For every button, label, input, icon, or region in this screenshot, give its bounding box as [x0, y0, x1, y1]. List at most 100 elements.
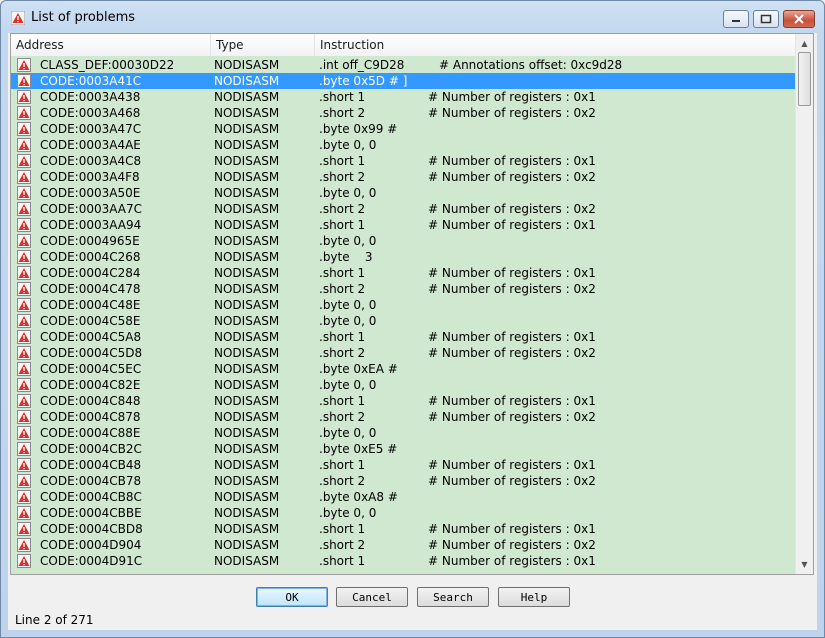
row-comment: # Number of registers : 0x2 [428, 106, 596, 120]
table-row[interactable]: CODE:0004C48E NODISASM .byte 0, 0 [11, 297, 796, 313]
row-comment: # Annotations offset: 0xc9d28 [439, 58, 623, 72]
table-row[interactable]: CODE:0004D91C NODISASM .short 1 # Number of… [11, 553, 796, 569]
maximize-button[interactable] [753, 10, 779, 28]
row-instruction: .byte 0, 0 [319, 298, 377, 312]
row-type: NODISASM [214, 474, 280, 488]
row-comment: # Number of registers : 0x2 [428, 282, 596, 296]
cancel-button[interactable]: Cancel [336, 587, 408, 607]
row-address: CODE:0003AA7C [40, 202, 142, 216]
table-row[interactable]: CODE:0003A50E NODISASM .byte 0, 0 [11, 185, 796, 201]
ok-button[interactable]: OK [256, 587, 328, 607]
row-instruction: .short 1 [319, 90, 366, 104]
row-type: NODISASM [214, 138, 280, 152]
warning-icon [17, 314, 31, 328]
table-row[interactable]: CODE:0004C848 NODISASM .short 1 # Number of… [11, 393, 796, 409]
row-type: NODISASM [214, 522, 280, 536]
table-row[interactable]: CODE:0004CB2C NODISASM .byte 0xE5 # [11, 441, 796, 457]
row-address: CODE:0004C848 [40, 394, 141, 408]
table-row[interactable]: CODE:0003A47C NODISASM .byte 0x99 # [11, 121, 796, 137]
table-row[interactable]: CODE:0003A4AE NODISASM .byte 0, 0 [11, 137, 796, 153]
row-address: CODE:0003A468 [40, 106, 141, 120]
warning-icon [17, 474, 31, 488]
column-instruction[interactable]: Instruction [315, 34, 796, 56]
scroll-thumb[interactable] [798, 52, 811, 106]
table-row[interactable]: CODE:0004CB8C NODISASM .byte 0xA8 # [11, 489, 796, 505]
table-row[interactable]: CODE:0003A438 NODISASM .short 1 # Number of… [11, 89, 796, 105]
table-row[interactable]: CODE:0004CBBE NODISASM .byte 0, 0 [11, 505, 796, 521]
table-row[interactable]: CODE:0004C5D8 NODISASM .short 2 # Number of… [11, 345, 796, 361]
row-comment: # Number of registers : 0x1 [428, 458, 596, 472]
table-row[interactable]: CODE:0004C82E NODISASM .byte 0, 0 [11, 377, 796, 393]
table-row[interactable]: CODE:0004C284 NODISASM .short 1 # Number of… [11, 265, 796, 281]
row-type: NODISASM [214, 218, 280, 232]
row-instruction: .byte 0x99 # [319, 122, 398, 136]
scroll-up-icon[interactable]: ▲ [798, 37, 811, 50]
table-row[interactable]: CODE:0004C88E NODISASM .byte 0, 0 [11, 425, 796, 441]
row-instruction: .short 1 [319, 394, 366, 408]
row-instruction: .short 1 [319, 266, 366, 280]
table-row[interactable]: CLASS_DEF:00030D22 NODISASM .int off_C9D28… [11, 57, 796, 73]
row-instruction: .short 2 [319, 106, 366, 120]
table-row[interactable]: CODE:0004965E NODISASM .byte 0, 0 [11, 233, 796, 249]
table-row[interactable] [11, 569, 796, 574]
table-row[interactable]: CODE:0004C878 NODISASM .short 2 # Number of… [11, 409, 796, 425]
table-row[interactable]: CODE:0004C478 NODISASM .short 2 # Number of… [11, 281, 796, 297]
table-row[interactable]: CODE:0003A468 NODISASM .short 2 # Number of… [11, 105, 796, 121]
row-type: NODISASM [214, 250, 280, 264]
row-comment: # Number of registers : 0x1 [428, 330, 596, 344]
row-type: NODISASM [214, 202, 280, 216]
table-row[interactable]: CODE:0003A41C NODISASM .byte 0x5D # ] [11, 73, 796, 89]
warning-icon [17, 106, 31, 120]
table-row[interactable]: CODE:0004CB48 NODISASM .short 1 # Number of… [11, 457, 796, 473]
table-row[interactable]: CODE:0004C5EC NODISASM .byte 0xEA # [11, 361, 796, 377]
warning-icon [17, 330, 31, 344]
vertical-scrollbar[interactable]: ▲ ▼ [795, 34, 813, 574]
warning-icon [17, 378, 31, 392]
column-type[interactable]: Type [211, 34, 315, 56]
row-type: NODISASM [214, 282, 280, 296]
row-comment: # Number of registers : 0x1 [428, 90, 596, 104]
warning-icon [17, 506, 31, 520]
warning-icon [17, 538, 31, 552]
row-comment: # Number of registers : 0x1 [428, 554, 596, 568]
search-button[interactable]: Search [417, 587, 489, 607]
table-row[interactable]: CODE:0004C268 NODISASM .byte 3 [11, 249, 796, 265]
warning-icon [17, 138, 31, 152]
scroll-down-icon[interactable]: ▼ [798, 558, 811, 571]
table-row[interactable]: CODE:0004CB78 NODISASM .short 2 # Number of… [11, 473, 796, 489]
table-row[interactable]: CODE:0003AA7C NODISASM .short 2 # Number of… [11, 201, 796, 217]
help-button[interactable]: Help [498, 587, 570, 607]
row-address: CODE:0003A50E [40, 186, 141, 200]
row-type: NODISASM [214, 394, 280, 408]
close-button[interactable] [783, 10, 815, 28]
table-row[interactable]: CODE:0003AA94 NODISASM .short 1 # Number of… [11, 217, 796, 233]
minimize-button[interactable] [723, 10, 749, 28]
row-instruction: .short 2 [319, 282, 366, 296]
problems-list[interactable]: Address Type Instruction CLASS_DEF:00030… [10, 33, 814, 575]
row-instruction: .byte 0, 0 [319, 314, 377, 328]
row-comment: # Number of registers : 0x1 [428, 218, 596, 232]
table-row[interactable]: CODE:0004D904 NODISASM .short 2 # Number of… [11, 537, 796, 553]
table-row[interactable]: CODE:0004C5A8 NODISASM .short 1 # Number of… [11, 329, 796, 345]
table-row[interactable]: CODE:0004CBD8 NODISASM .short 1 # Number of… [11, 521, 796, 537]
row-address: CODE:0003A4C8 [40, 154, 142, 168]
warning-icon [17, 122, 31, 136]
warning-icon [17, 298, 31, 312]
row-address: CODE:0004C478 [40, 282, 141, 296]
table-row[interactable]: CODE:0003A4C8 NODISASM .short 1 # Number of… [11, 153, 796, 169]
warning-icon [17, 170, 31, 184]
warning-icon [17, 346, 31, 360]
row-address: CODE:0004CB2C [40, 442, 142, 456]
title-bar[interactable]: List of problems [1, 1, 824, 34]
table-row[interactable]: CODE:0004C58E NODISASM .byte 0, 0 [11, 313, 796, 329]
row-type: NODISASM [214, 266, 280, 280]
column-address[interactable]: Address [11, 34, 211, 56]
row-comment: # Number of registers : 0x2 [428, 474, 596, 488]
table-row[interactable]: CODE:0003A4F8 NODISASM .short 2 # Number of… [11, 169, 796, 185]
row-type: NODISASM [214, 106, 280, 120]
warning-icon [17, 58, 31, 72]
row-instruction: .short 1 [319, 522, 366, 536]
row-address: CODE:0003A47C [40, 122, 142, 136]
row-address: CODE:0004D91C [40, 554, 143, 568]
row-address: CODE:0004C5EC [40, 362, 142, 376]
